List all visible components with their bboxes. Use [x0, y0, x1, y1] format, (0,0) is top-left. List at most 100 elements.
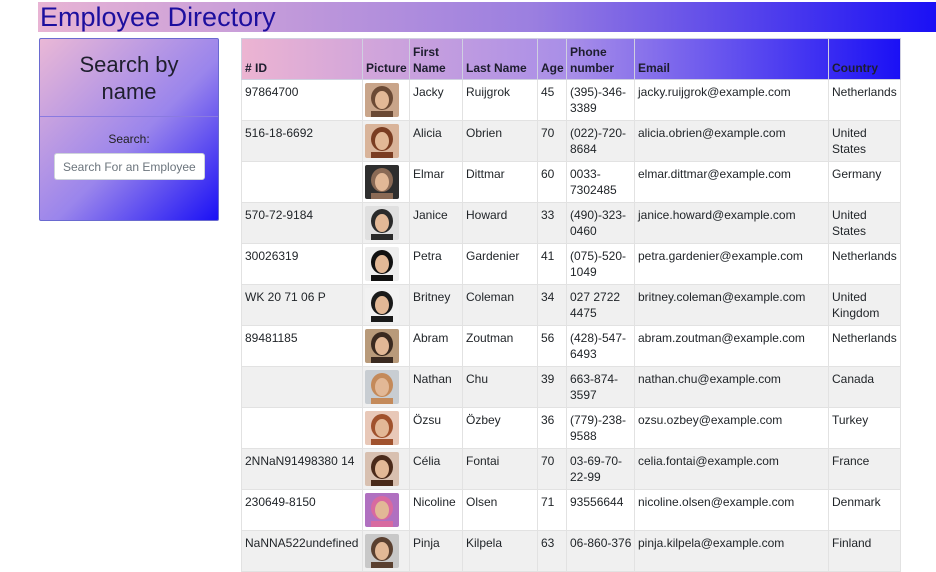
table-row: 230649-8150 Nicoline Olsen 71 93556644 nicoli… [241, 489, 901, 531]
cell-picture [362, 202, 410, 244]
cell-first-name: Jacky [409, 79, 463, 121]
cell-picture [362, 120, 410, 162]
employee-photo-icon [365, 493, 399, 527]
cell-first-name: Célia [409, 448, 463, 490]
cell-id: 30026319 [241, 243, 363, 285]
search-sidebar: Search by name Search: [39, 38, 219, 221]
cell-age: 60 [537, 161, 567, 203]
employee-photo-icon [365, 411, 399, 445]
employee-photo-icon [365, 165, 399, 199]
cell-last-name: Howard [462, 202, 538, 244]
column-header-email[interactable]: Email [634, 38, 829, 80]
cell-country: United States [828, 202, 901, 244]
cell-age: 71 [537, 489, 567, 531]
cell-age: 63 [537, 530, 567, 572]
table-row: WK 20 71 06 P Britney Coleman 34 027 2722 44… [241, 284, 901, 326]
cell-email: elmar.dittmar@example.com [634, 161, 829, 203]
column-header-last-name[interactable]: Last Name [462, 38, 538, 80]
cell-email: nicoline.olsen@example.com [634, 489, 829, 531]
employee-photo-icon [365, 124, 399, 158]
table-row: Özsu Özbey 36 (779)-238-9588 ozsu.ozbey@exam… [241, 407, 901, 449]
cell-phone: 027 2722 4475 [566, 284, 635, 326]
cell-email: britney.coleman@example.com [634, 284, 829, 326]
cell-picture [362, 366, 410, 408]
cell-phone: (022)-720-8684 [566, 120, 635, 162]
employee-photo-icon [365, 329, 399, 363]
cell-picture [362, 530, 410, 572]
column-header-country[interactable]: Country [828, 38, 901, 80]
cell-id [241, 161, 363, 203]
table-row: NaNNA522undefined Pinja Kilpela 63 06-860-37… [241, 530, 901, 572]
cell-last-name: Özbey [462, 407, 538, 449]
cell-picture [362, 325, 410, 367]
cell-id: NaNNA522undefined [241, 530, 363, 572]
cell-phone: 93556644 [566, 489, 635, 531]
employee-table-container: # ID Picture First Name Last Name Age Ph… [241, 38, 901, 572]
cell-picture [362, 407, 410, 449]
sidebar-title: Search by name [40, 39, 218, 117]
cell-phone: (490)-323-0460 [566, 202, 635, 244]
cell-picture [362, 243, 410, 285]
employee-photo-icon [365, 534, 399, 568]
cell-country: Finland [828, 530, 901, 572]
cell-last-name: Coleman [462, 284, 538, 326]
cell-age: 34 [537, 284, 567, 326]
employee-table: # ID Picture First Name Last Name Age Ph… [241, 38, 901, 572]
cell-country: Netherlands [828, 243, 901, 285]
page-header: Employee Directory [38, 2, 936, 32]
cell-phone: 03-69-70-22-99 [566, 448, 635, 490]
cell-last-name: Dittmar [462, 161, 538, 203]
cell-picture [362, 448, 410, 490]
cell-last-name: Olsen [462, 489, 538, 531]
cell-id: 516-18-6692 [241, 120, 363, 162]
table-row: Nathan Chu 39 663-874-3597 nathan.chu@exampl… [241, 366, 901, 408]
column-header-phone[interactable]: Phone number [566, 38, 635, 80]
cell-country: Turkey [828, 407, 901, 449]
employee-photo-icon [365, 83, 399, 117]
cell-country: United States [828, 120, 901, 162]
cell-country: United Kingdom [828, 284, 901, 326]
cell-first-name: Özsu [409, 407, 463, 449]
table-row: 2NNaN91498380 14 Célia Fontai 70 03-69-70-22… [241, 448, 901, 490]
cell-first-name: Elmar [409, 161, 463, 203]
column-header-age[interactable]: Age [537, 38, 567, 80]
cell-phone: 06-860-376 [566, 530, 635, 572]
cell-age: 36 [537, 407, 567, 449]
cell-email: abram.zoutman@example.com [634, 325, 829, 367]
cell-id: 2NNaN91498380 14 [241, 448, 363, 490]
cell-age: 33 [537, 202, 567, 244]
cell-email: janice.howard@example.com [634, 202, 829, 244]
column-header-first-name[interactable]: First Name [409, 38, 463, 80]
cell-picture [362, 79, 410, 121]
cell-age: 70 [537, 120, 567, 162]
cell-age: 41 [537, 243, 567, 285]
cell-phone: 663-874-3597 [566, 366, 635, 408]
employee-photo-icon [365, 370, 399, 404]
cell-last-name: Fontai [462, 448, 538, 490]
cell-first-name: Nathan [409, 366, 463, 408]
cell-email: petra.gardenier@example.com [634, 243, 829, 285]
cell-last-name: Obrien [462, 120, 538, 162]
column-header-picture[interactable]: Picture [362, 38, 410, 80]
cell-email: jacky.ruijgrok@example.com [634, 79, 829, 121]
employee-photo-icon [365, 288, 399, 322]
table-header-row: # ID Picture First Name Last Name Age Ph… [241, 38, 901, 80]
table-row: 570-72-9184 Janice Howard 33 (490)-323-0460 j… [241, 202, 901, 244]
cell-email: ozsu.ozbey@example.com [634, 407, 829, 449]
cell-email: alicia.obrien@example.com [634, 120, 829, 162]
cell-age: 56 [537, 325, 567, 367]
cell-last-name: Chu [462, 366, 538, 408]
cell-age: 45 [537, 79, 567, 121]
cell-country: Canada [828, 366, 901, 408]
cell-email: nathan.chu@example.com [634, 366, 829, 408]
cell-id: WK 20 71 06 P [241, 284, 363, 326]
table-row: Elmar Dittmar 60 0033-7302485 elmar.dittmar@… [241, 161, 901, 203]
cell-picture [362, 284, 410, 326]
cell-id: 570-72-9184 [241, 202, 363, 244]
cell-email: celia.fontai@example.com [634, 448, 829, 490]
column-header-id[interactable]: # ID [241, 38, 363, 80]
cell-picture [362, 489, 410, 531]
employee-photo-icon [365, 247, 399, 281]
employee-photo-icon [365, 206, 399, 240]
search-input[interactable] [54, 153, 205, 180]
